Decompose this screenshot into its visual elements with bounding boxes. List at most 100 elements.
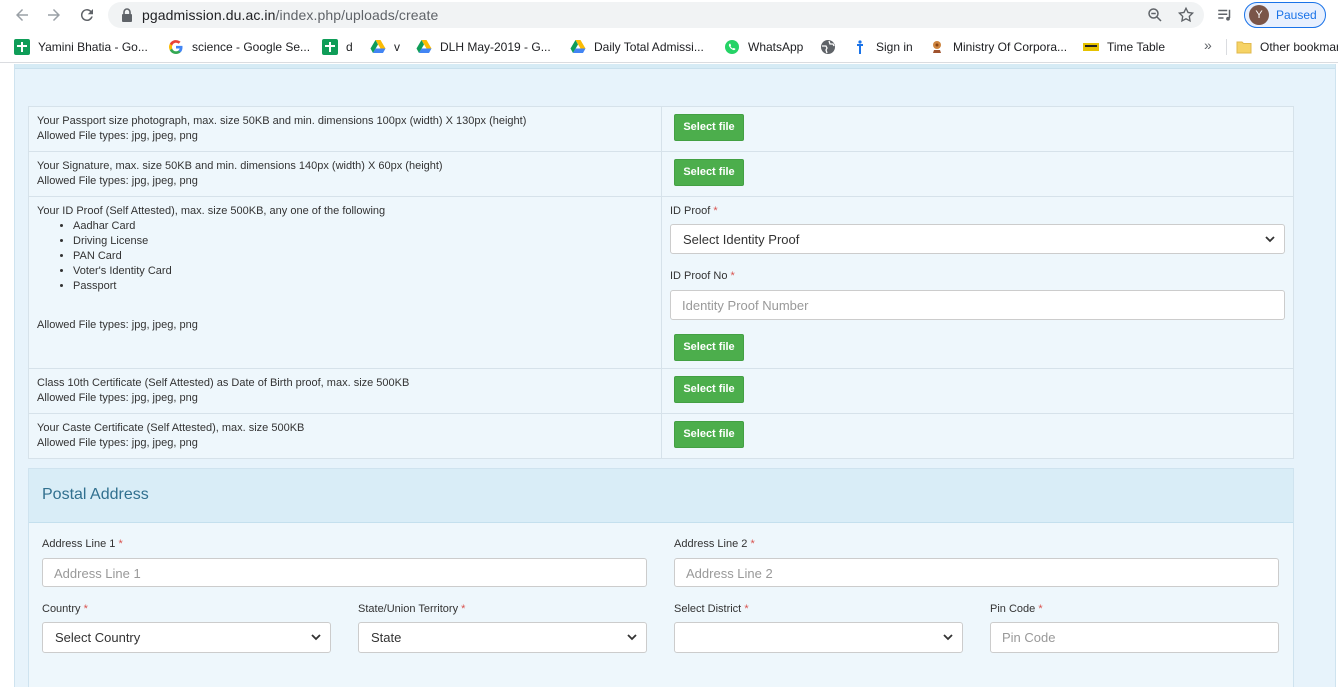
select-class10-button[interactable]: Select file — [674, 376, 744, 403]
back-icon[interactable] — [10, 4, 34, 26]
globe-icon — [821, 40, 835, 54]
upload-requirement: Your Passport size photograph, max. size… — [37, 115, 527, 127]
table-row: Class 10th Certificate (Self Attested) a… — [28, 368, 1294, 414]
profile-button[interactable]: Y Paused — [1244, 2, 1326, 28]
bookmark-10[interactable]: Time Table — [1083, 38, 1165, 56]
bookmark-0[interactable]: Yamini Bhatia - Go... — [14, 38, 148, 56]
bookmark-7[interactable] — [820, 38, 844, 56]
browser-toolbar: pgadmission.du.ac.in/index.php/uploads/c… — [0, 0, 1338, 31]
id-proof-label: ID Proof * — [670, 205, 718, 217]
list-item: PAN Card — [73, 249, 653, 264]
postal-address-heading: Postal Address — [29, 469, 1293, 523]
bookmark-label: d — [346, 40, 353, 54]
postal-address-panel: Postal Address Address Line 1 * Address … — [28, 468, 1294, 687]
pin-code-label: Pin Code * — [990, 603, 1043, 615]
select-id-proof-button[interactable]: Select file — [674, 334, 744, 361]
country-select[interactable]: Select Country — [42, 622, 331, 653]
upload-description: Your ID Proof (Self Attested), max. size… — [28, 196, 662, 369]
timetable-icon — [1083, 43, 1099, 51]
bookmark-label: Sign in — [876, 40, 913, 54]
address-line-1-input[interactable]: Address Line 1 — [42, 558, 647, 587]
table-row: Your Caste Certificate (Self Attested), … — [28, 413, 1294, 459]
address-line-2-input[interactable]: Address Line 2 — [674, 558, 1279, 587]
bookmark-label: Ministry Of Corpora... — [953, 40, 1068, 54]
bookmark-9[interactable]: Ministry Of Corpora... — [929, 38, 1067, 56]
signin-icon — [857, 40, 863, 54]
bookmark-label: DLH May-2019 - G... — [440, 40, 551, 54]
avatar: Y — [1249, 5, 1269, 25]
address-line-2-label: Address Line 2 * — [674, 538, 755, 550]
upload-requirement: Your Signature, max. size 50KB and min. … — [37, 160, 443, 172]
reading-list-icon[interactable] — [1216, 6, 1234, 24]
list-item: Voter's Identity Card — [73, 264, 653, 279]
lock-icon — [122, 8, 132, 22]
allowed-types: Allowed File types: jpg, jpeg, png — [37, 319, 198, 331]
bookmark-3[interactable]: v — [370, 38, 400, 56]
folder-icon — [1236, 41, 1252, 54]
table-row: Your ID Proof (Self Attested), max. size… — [28, 196, 1294, 369]
select-caste-button[interactable]: Select file — [674, 421, 744, 448]
upload-description: Your Caste Certificate (Self Attested), … — [28, 413, 662, 459]
bookmark-label: Other bookmarks — [1260, 40, 1338, 54]
more-bookmarks-button[interactable]: » — [1204, 37, 1212, 53]
allowed-types: Allowed File types: jpg, jpeg, png — [37, 437, 198, 449]
list-item: Aadhar Card — [73, 219, 653, 234]
select-value: Select Identity Proof — [683, 232, 800, 247]
google-g-icon — [169, 40, 183, 55]
upload-action: Select file — [661, 151, 1294, 197]
table-row: Your Passport size photograph, max. size… — [28, 106, 1294, 152]
google-drive-icon — [416, 40, 432, 53]
google-sheets-icon — [14, 39, 30, 55]
list-item: Driving License — [73, 234, 653, 249]
state-select[interactable]: State — [358, 622, 647, 653]
allowed-types: Allowed File types: jpg, jpeg, png — [37, 175, 198, 187]
whatsapp-icon — [725, 40, 739, 54]
upload-requirement: Your Caste Certificate (Self Attested), … — [37, 422, 305, 434]
allowed-types: Allowed File types: jpg, jpeg, png — [37, 392, 198, 404]
upload-description: Your Signature, max. size 50KB and min. … — [28, 151, 662, 197]
id-proof-number-input[interactable]: Identity Proof Number — [670, 290, 1285, 320]
chevron-down-icon — [627, 634, 637, 641]
bookmark-2[interactable]: d — [322, 38, 353, 56]
upload-requirement: Your ID Proof (Self Attested), max. size… — [37, 205, 386, 217]
select-value: State — [371, 630, 402, 645]
google-sheets-icon — [322, 39, 338, 55]
emblem-icon — [933, 41, 941, 53]
chevron-down-icon — [943, 634, 953, 641]
bookmarks-divider — [1226, 39, 1227, 55]
zoom-icon[interactable] — [1146, 6, 1164, 24]
id-proof-options-list: Aadhar Card Driving License PAN Card Vot… — [73, 219, 653, 294]
table-row: Your Signature, max. size 50KB and min. … — [28, 151, 1294, 197]
forward-icon[interactable] — [42, 4, 66, 26]
list-item: Passport — [73, 279, 653, 294]
documents-panel-heading — [15, 64, 1335, 69]
page-content: Your Passport size photograph, max. size… — [0, 64, 1338, 687]
district-select[interactable] — [674, 622, 963, 653]
bookmarks-bar: Yamini Bhatia - Go... science - Google S… — [0, 31, 1338, 63]
bookmark-1[interactable]: science - Google Se... — [168, 38, 310, 56]
postal-address-title: Postal Address — [42, 486, 149, 503]
bookmark-4[interactable]: DLH May-2019 - G... — [416, 38, 551, 56]
bookmark-6[interactable]: WhatsApp — [724, 38, 803, 56]
address-line-1-label: Address Line 1 * — [42, 538, 123, 550]
bookmark-8[interactable]: Sign in — [852, 38, 913, 56]
chevron-down-icon — [311, 634, 321, 641]
other-bookmarks-folder[interactable]: Other bookmarks — [1236, 38, 1338, 56]
select-photo-button[interactable]: Select file — [674, 114, 744, 141]
bookmark-5[interactable]: Daily Total Admissi... — [570, 38, 704, 56]
bookmark-label: Time Table — [1107, 40, 1166, 54]
reload-icon[interactable] — [75, 4, 99, 26]
upload-requirement: Class 10th Certificate (Self Attested) a… — [37, 377, 410, 389]
chevron-down-icon — [1265, 236, 1275, 243]
bookmark-label: Daily Total Admissi... — [594, 40, 704, 54]
bookmark-label: v — [394, 40, 400, 54]
country-label: Country * — [42, 603, 88, 615]
select-signature-button[interactable]: Select file — [674, 159, 744, 186]
uploads-table: Your Passport size photograph, max. size… — [28, 106, 1294, 459]
district-label: Select District * — [674, 603, 749, 615]
select-value: Select Country — [55, 630, 141, 645]
pin-code-input[interactable]: Pin Code — [990, 622, 1279, 653]
id-proof-select[interactable]: Select Identity Proof — [670, 224, 1285, 254]
address-bar[interactable]: pgadmission.du.ac.in/index.php/uploads/c… — [108, 2, 1204, 28]
star-icon[interactable] — [1177, 6, 1195, 24]
